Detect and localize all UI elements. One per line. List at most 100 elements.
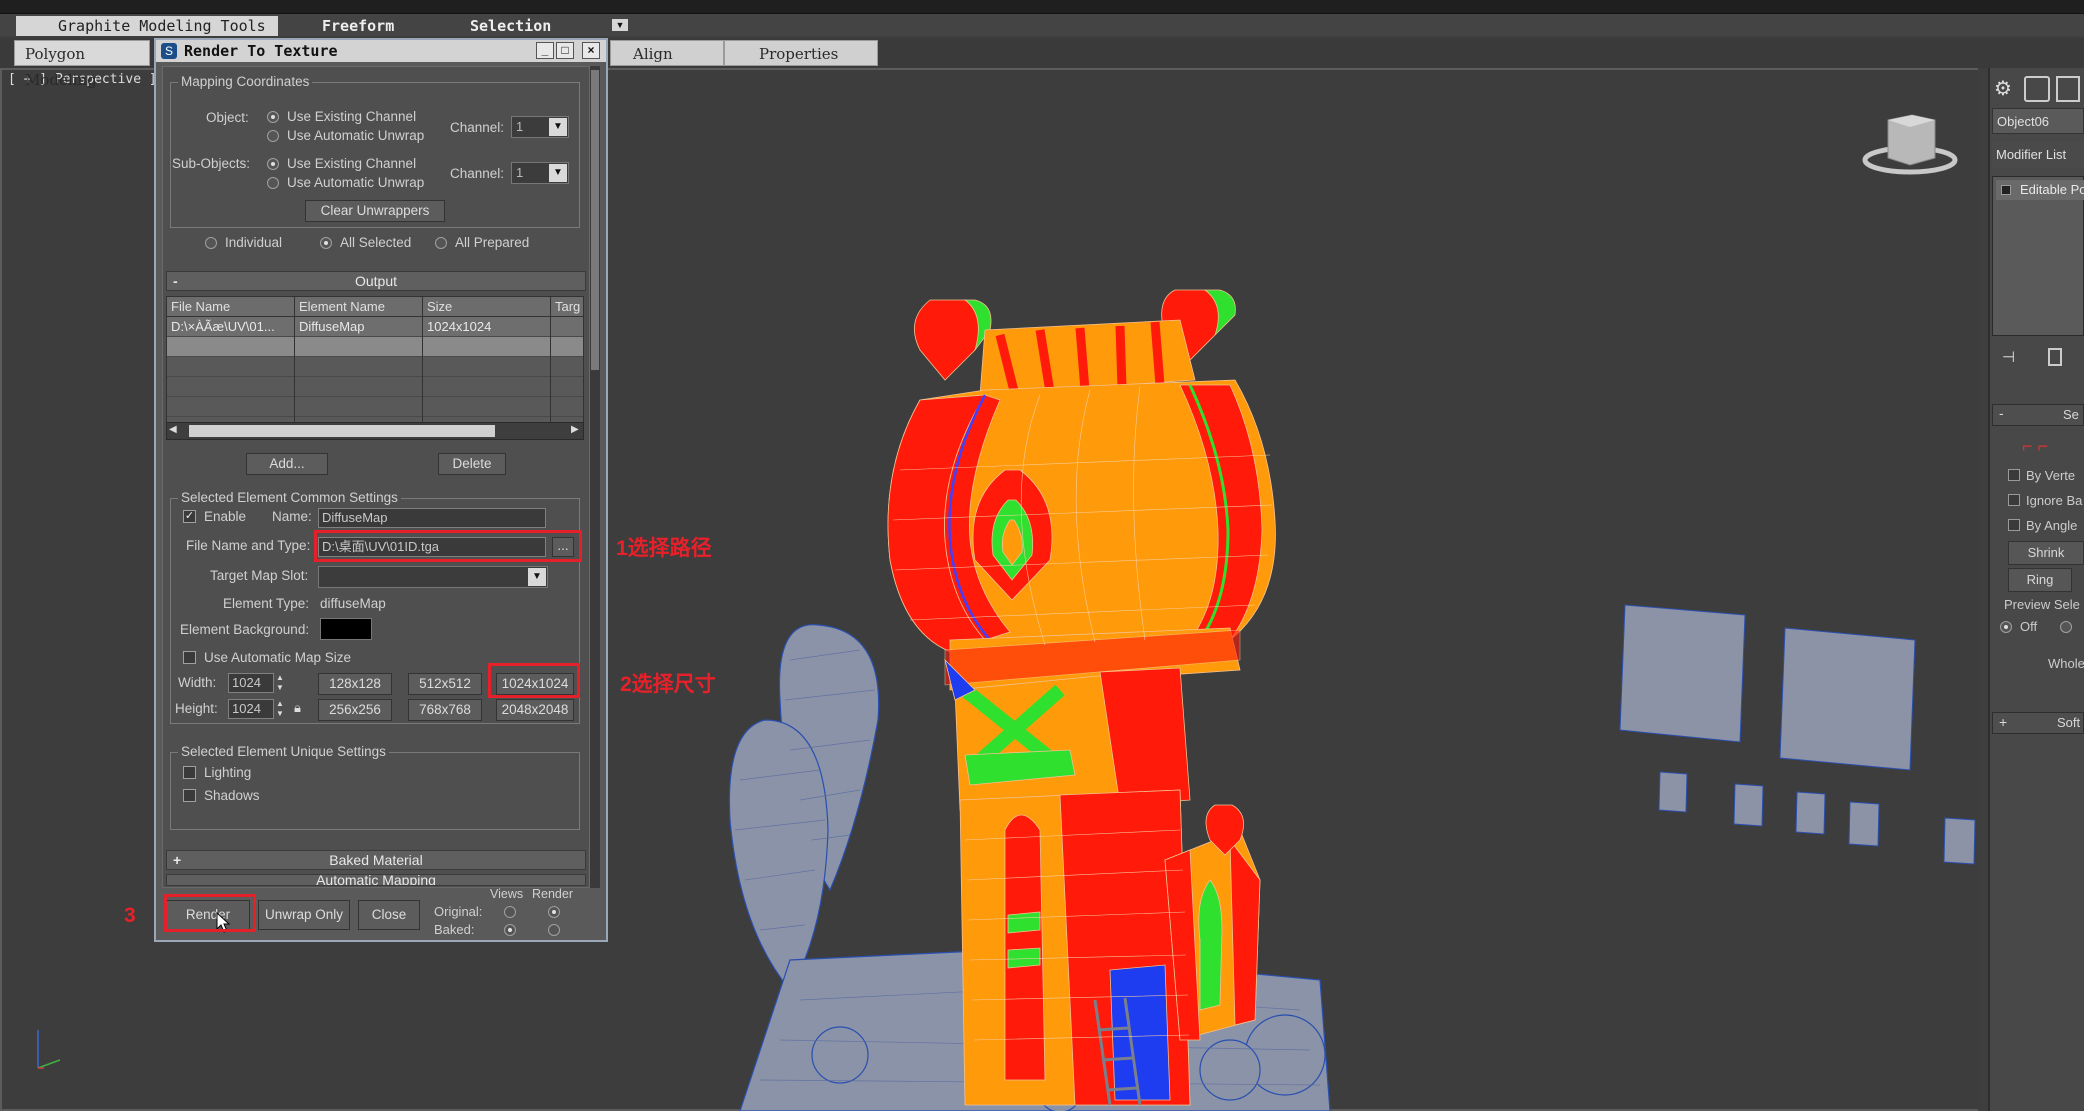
original-views-radio[interactable] (504, 906, 516, 918)
subobj-channel-dropdown[interactable]: 1 ▼ (511, 162, 569, 184)
ribbon-properties[interactable]: Properties (724, 40, 878, 66)
scroll-thumb[interactable] (189, 425, 495, 437)
unwrap-only-button[interactable]: Unwrap Only (258, 900, 350, 930)
table-row-empty[interactable] (167, 337, 583, 357)
hierarchy-tab-icon[interactable] (2056, 76, 2080, 102)
height-spinner-icon[interactable]: ▲ ▼ (276, 699, 288, 719)
by-vertex-label: By Verte (2026, 468, 2076, 483)
app-logo-icon: S (161, 43, 177, 59)
column-header-size[interactable]: Size (423, 297, 551, 317)
ribbon-tab-selection[interactable]: Selection (470, 16, 551, 36)
output-rollout-header[interactable]: - Output (166, 271, 586, 291)
table-horizontal-scrollbar[interactable]: ◀ ▶ (166, 422, 584, 440)
shrink-button[interactable]: Shrink (2008, 541, 2084, 565)
gray-cards (1619, 604, 1976, 865)
ignore-backfacing-label: Ignore Ba (2026, 493, 2083, 508)
dialog-scrollbar-thumb[interactable] (591, 70, 599, 370)
minimize-icon[interactable]: _ (536, 42, 554, 59)
dialog-titlebar[interactable]: S Render To Texture _ □ × (156, 40, 606, 62)
object-existing-radio[interactable] (267, 111, 279, 123)
soft-selection-rollout[interactable]: + Soft (1992, 712, 2084, 734)
subobj-existing-radio[interactable] (267, 158, 279, 170)
width-spinner-icon[interactable]: ▲ ▼ (276, 673, 288, 693)
column-divider (422, 297, 423, 423)
lock-aspect-icon[interactable]: 🔒︎ (294, 700, 308, 718)
ribbon-tab-freeform[interactable]: Freeform (322, 16, 394, 36)
show-end-result-icon[interactable] (2048, 348, 2062, 366)
subobj-auto-radio[interactable] (267, 177, 279, 189)
add-element-button[interactable]: Add... (246, 453, 328, 475)
ribbon-tab-graphite[interactable]: Graphite Modeling Tools (16, 16, 278, 36)
ignore-backfacing-checkbox[interactable] (2008, 494, 2020, 506)
shadows-checkbox[interactable] (183, 789, 196, 802)
individual-radio[interactable] (205, 237, 217, 249)
lighting-label: Lighting (204, 765, 252, 780)
preset-256-button[interactable]: 256x256 (318, 699, 392, 721)
ring-button[interactable]: Ring (2008, 568, 2072, 592)
ribbon-align[interactable]: Align (610, 40, 724, 66)
scroll-left-icon[interactable]: ◀ (169, 424, 177, 435)
close-button[interactable]: Close (358, 900, 420, 930)
baked-label: Baked: (434, 922, 475, 937)
stack-item-toggle-icon[interactable] (2001, 185, 2011, 195)
modify-tab-icon[interactable] (2024, 76, 2050, 102)
column-divider (294, 297, 295, 423)
preset-128-button[interactable]: 128x128 (318, 673, 392, 695)
close-icon[interactable]: × (582, 42, 600, 59)
baked-views-radio[interactable] (504, 924, 516, 936)
object-channel-label: Channel: (450, 120, 505, 135)
clear-unwrappers-button[interactable]: Clear Unwrappers (305, 200, 445, 222)
column-header-target[interactable]: Targ (551, 297, 583, 317)
object-name-field[interactable]: Object06 (1992, 108, 2084, 134)
file-name-type-label: File Name and Type: (186, 538, 311, 553)
column-header-element-name[interactable]: Element Name (295, 297, 423, 317)
annotation-step3: 3 (124, 904, 136, 927)
enable-checkbox[interactable]: ✓ (183, 510, 196, 523)
preview-subobj-radio[interactable] (2060, 621, 2072, 633)
by-angle-checkbox[interactable] (2008, 519, 2020, 531)
gear-icon[interactable]: ⚙ (1994, 76, 2018, 100)
table-row-empty[interactable] (167, 357, 583, 377)
object-auto-radio[interactable] (267, 130, 279, 142)
modifier-list-dropdown[interactable]: Modifier List (1992, 142, 2084, 168)
baked-render-radio[interactable] (548, 924, 560, 936)
selection-rollout-header[interactable]: - Se (1992, 404, 2084, 426)
height-input[interactable]: 1024 (228, 699, 274, 719)
preset-2048-button[interactable]: 2048x2048 (496, 699, 574, 721)
column-header-file-name[interactable]: File Name (167, 297, 295, 317)
element-name-input[interactable]: DiffuseMap (318, 508, 546, 528)
baked-material-rollout[interactable]: + Baked Material (166, 850, 586, 870)
vertex-mode-icon[interactable]: ⌐ ⌐ (2022, 436, 2082, 458)
ribbon-polygon-modeling[interactable]: Polygon Modeling (14, 40, 150, 89)
all-prepared-radio[interactable] (435, 237, 447, 249)
table-row-empty[interactable] (167, 397, 583, 417)
enable-label: Enable (204, 509, 247, 524)
target-map-slot-dropdown[interactable]: ▼ (318, 566, 548, 588)
lighting-checkbox[interactable] (183, 766, 196, 779)
common-settings-title: Selected Element Common Settings (178, 490, 401, 505)
all-selected-radio[interactable] (320, 237, 332, 249)
scroll-right-icon[interactable]: ▶ (571, 424, 579, 435)
automatic-mapping-title: Automatic Mapping (316, 874, 436, 886)
command-panel-tabs: ⚙ (1990, 74, 2084, 104)
auto-map-size-checkbox[interactable] (183, 651, 196, 664)
delete-element-button[interactable]: Delete (438, 453, 506, 475)
element-type-value: diffuseMap (320, 596, 386, 611)
automatic-mapping-rollout[interactable]: Automatic Mapping (166, 874, 586, 886)
original-render-radio[interactable] (548, 906, 560, 918)
ribbon-dropdown-icon[interactable]: ▼ (612, 19, 628, 31)
element-background-swatch[interactable] (320, 618, 372, 640)
maximize-icon[interactable]: □ (556, 42, 574, 59)
preview-off-radio[interactable] (2000, 621, 2012, 633)
pin-stack-icon[interactable]: ⊣ (2002, 348, 2026, 366)
table-row[interactable]: D:\×ÀÃæ\UV\01... DiffuseMap 1024x1024 (167, 317, 583, 337)
rollout-minus-icon: - (173, 273, 178, 289)
by-vertex-checkbox[interactable] (2008, 469, 2020, 481)
object-channel-dropdown[interactable]: 1 ▼ (511, 116, 569, 138)
preset-512-button[interactable]: 512x512 (408, 673, 482, 695)
output-elements-table[interactable]: File Name Element Name Size Targ D:\×ÀÃæ… (166, 296, 584, 424)
table-row-empty[interactable] (167, 377, 583, 397)
width-input[interactable]: 1024 (228, 673, 274, 693)
views-label: Views (490, 887, 524, 901)
preset-768-button[interactable]: 768x768 (408, 699, 482, 721)
